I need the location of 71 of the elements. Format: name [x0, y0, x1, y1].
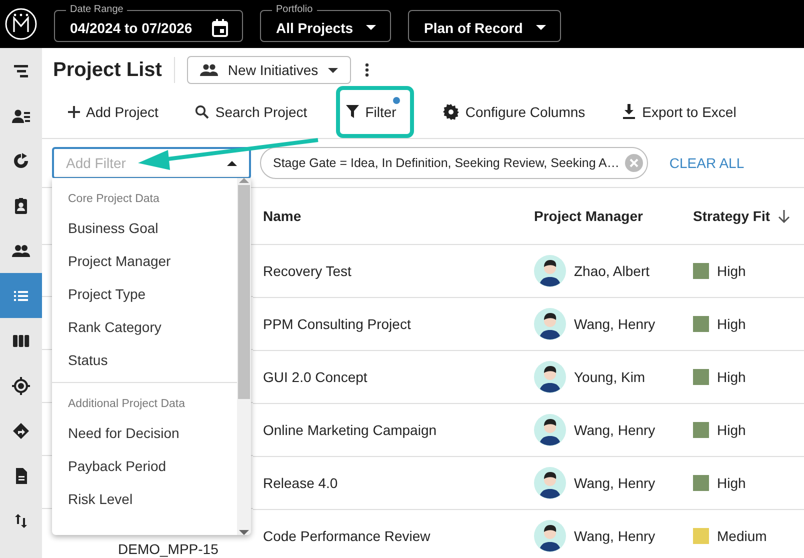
people-icon [200, 64, 218, 76]
add-button[interactable]: Add Project [60, 98, 166, 126]
contacts-icon [12, 106, 30, 124]
avatar [534, 255, 566, 287]
avatar [534, 361, 566, 393]
menu-option[interactable]: Rank Category [52, 310, 237, 343]
search-button[interactable]: Search Project [187, 98, 316, 126]
scenario-dropdown[interactable]: Plan of Record [408, 10, 561, 42]
settings-button[interactable]: Configure Columns [435, 98, 594, 126]
menu-option[interactable]: Risk Level [52, 482, 237, 515]
project-name[interactable]: Code Performance Review [263, 528, 430, 544]
strategy-fit: High [717, 263, 746, 279]
directions-icon [12, 422, 30, 440]
strategy-fit: High [717, 475, 746, 491]
filter-icon [346, 105, 360, 118]
column-header[interactable]: Project Manager [524, 188, 683, 245]
project-name[interactable]: GUI 2.0 Concept [263, 369, 368, 385]
refresh-icon [12, 152, 30, 170]
settings-icon [443, 104, 460, 120]
caret-icon [536, 25, 546, 30]
strategy-fit: High [717, 316, 746, 332]
search-icon [195, 104, 210, 118]
manager-name: Wang, Henry [574, 316, 656, 332]
avatar [534, 467, 566, 499]
field-label: Date Range [66, 4, 128, 16]
menu-option[interactable]: Project Type [52, 277, 237, 310]
group-heading: Core Project Data [67, 192, 160, 207]
menu-option[interactable]: Status [52, 343, 237, 376]
badge-icon [12, 196, 30, 214]
plus-icon [68, 106, 80, 118]
manager-name: Wang, Henry [574, 422, 656, 438]
menu-option[interactable]: Business Goal [52, 211, 237, 244]
caret-icon [366, 25, 376, 30]
scrollbar[interactable] [237, 178, 251, 535]
avatar [534, 308, 566, 340]
filter-chip[interactable]: Stage Gate = Idea, In Definition, Seeking Review, Seeking A… [260, 147, 648, 179]
column-header[interactable]: Strategy Fit [683, 188, 804, 245]
manager-name: Wang, Henry [574, 475, 656, 491]
menu-option[interactable]: Payback Period [52, 449, 237, 482]
caret-icon [239, 530, 249, 535]
strategy-fit: High [717, 422, 746, 438]
project-name[interactable]: Online Marketing Campaign [263, 422, 437, 438]
project-name[interactable]: PPM Consulting Project [263, 316, 411, 332]
filter-button[interactable]: Filter [336, 86, 414, 138]
calendar-icon [212, 18, 228, 36]
menu-option[interactable]: Project Manager [52, 244, 237, 277]
logo[interactable] [5, 8, 37, 40]
project-name[interactable]: Recovery Test [263, 263, 352, 279]
manager-name: Young, Kim [574, 369, 646, 385]
clear-all-link[interactable]: CLEAR ALL [663, 154, 750, 172]
target-icon [12, 376, 30, 394]
menu-option[interactable]: Need for Decision [52, 416, 237, 449]
sort-arrow-icon[interactable] [778, 210, 790, 222]
column-header[interactable]: Name [253, 188, 524, 245]
more-icon[interactable] [365, 63, 370, 77]
strategy-fit: High [717, 369, 746, 385]
manager-name: Zhao, Albert [574, 263, 650, 279]
view-dropdown[interactable]: New Initiatives [186, 56, 352, 84]
manager-name: Wang, Henry [574, 528, 656, 544]
avatar [534, 520, 566, 552]
page-title: Project List [53, 58, 162, 82]
avatar [534, 414, 566, 446]
project-name[interactable]: Release 4.0 [263, 475, 338, 491]
export-button[interactable]: Export to Excel [614, 98, 744, 126]
download-icon [622, 104, 636, 119]
filter-text: Stage Gate = Idea, In Definition, Seeking Review, Seeking A… [273, 156, 620, 170]
strategy-fit: Medium [717, 528, 767, 544]
project-id: DEMO_MPP-15 [118, 541, 218, 557]
group-heading: Additional Project Data [67, 397, 186, 412]
caret-icon [328, 68, 338, 72]
indicator-dot [393, 96, 400, 104]
